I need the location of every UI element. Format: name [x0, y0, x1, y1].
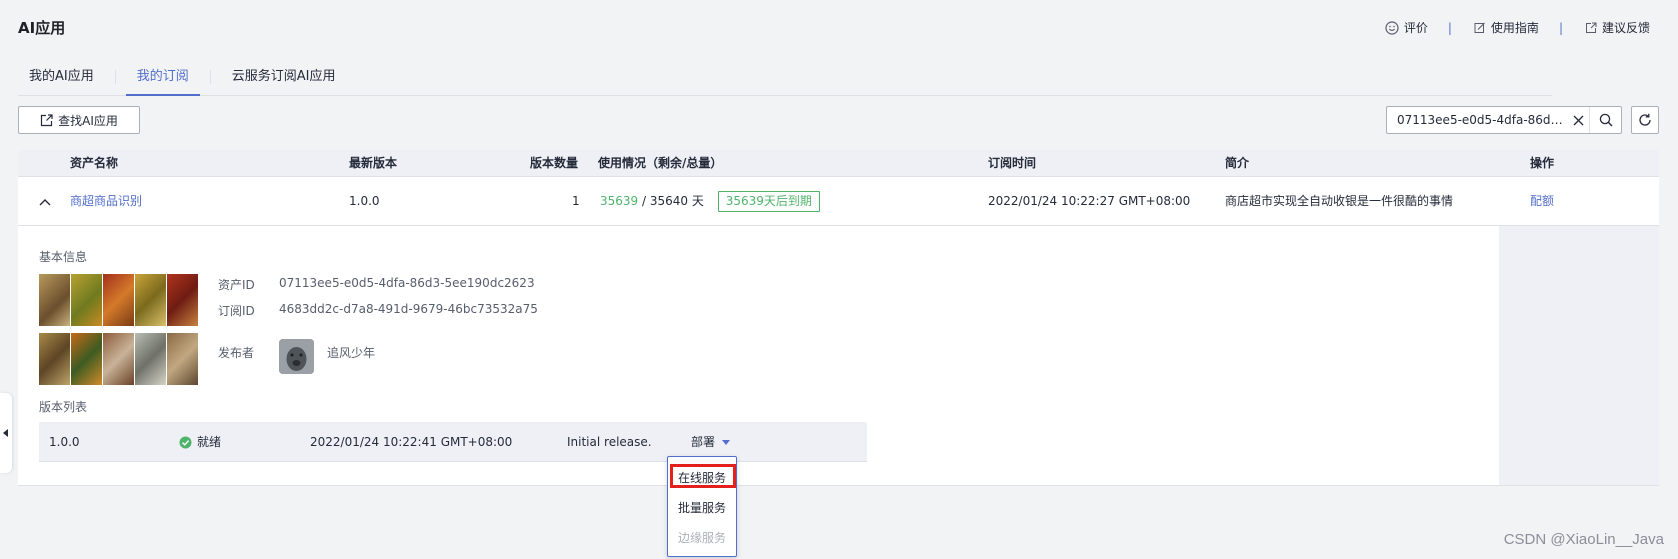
table-header: 资产名称 最新版本 版本数量 使用情况（剩余/总量） 订阅时间 简介 操作 [18, 150, 1659, 177]
detail-side-column [1499, 226, 1659, 485]
product-thumbnail [135, 274, 166, 326]
product-thumbnail [135, 333, 166, 385]
refresh-button[interactable] [1631, 106, 1659, 134]
guide-link[interactable]: 使用指南 [1474, 19, 1539, 36]
product-thumbnail [71, 274, 102, 326]
status-label: 就绪 [197, 435, 222, 449]
col-description: 简介 [1225, 156, 1250, 170]
quota-link[interactable]: 配额 [1530, 177, 1554, 226]
description: 商店超市实现全自动收银是一件很酷的事情 [1225, 194, 1454, 208]
feedback-label: 建议反馈 [1601, 21, 1650, 35]
status-ready: 就绪 [179, 422, 221, 462]
latest-version: 1.0.0 [349, 194, 380, 208]
deploy-label: 部署 [691, 435, 716, 449]
col-version-count: 版本数量 [530, 156, 579, 170]
product-thumbnail [167, 333, 198, 385]
publisher-label: 发布者 [218, 346, 255, 360]
subscribe-time: 2022/01/24 10:22:27 GMT+08:00 [988, 194, 1191, 208]
subscription-id-value: 4683dd2c-d7a8-491d-9679-46bc73532a75 [279, 302, 538, 316]
tab-divider [209, 70, 211, 84]
find-ai-app-button[interactable]: 查找AI应用 [18, 106, 140, 134]
divider: | [1447, 20, 1452, 35]
usage-remaining: 35639 [600, 194, 639, 208]
menu-item-batch-service[interactable]: 批量服务 [668, 499, 736, 516]
watermark: CSDN @XiaoLin__Java [1503, 531, 1664, 548]
version-note: Initial release. [567, 435, 652, 449]
product-thumbnail [39, 274, 70, 326]
basic-info-title: 基本信息 [39, 250, 88, 264]
smile-icon [1385, 20, 1399, 35]
tab-divider [114, 70, 116, 84]
deploy-menu: 在线服务 批量服务 边缘服务 [667, 456, 737, 557]
asset-id-value: 07113ee5-e0d5-4dfa-86d3-5ee190dc2623 [279, 276, 535, 290]
chevron-up-icon[interactable] [39, 177, 51, 226]
usage: 35639 / 35640 天 35639天后到期 [600, 177, 820, 226]
highlight-box [670, 464, 736, 488]
subscription-id-label: 订阅ID [218, 304, 255, 318]
chevron-left-icon [3, 429, 9, 437]
top-links: 评价 | 使用指南 | 建议反馈 [1385, 19, 1650, 36]
rate-link[interactable]: 评价 [1385, 19, 1428, 36]
usage-separator: / [638, 194, 650, 208]
asset-id-label: 资产ID [218, 278, 255, 292]
rate-label: 评价 [1403, 21, 1428, 35]
search-value[interactable]: 07113ee5-e0d5-4dfa-86d3... [1387, 113, 1567, 127]
refresh-icon [1638, 113, 1652, 127]
col-asset-name: 资产名称 [70, 156, 119, 170]
external-link-icon [40, 113, 53, 127]
search-icon[interactable] [1589, 107, 1621, 133]
col-latest-version: 最新版本 [349, 156, 398, 170]
product-thumbnail [71, 333, 102, 385]
check-circle-icon [179, 436, 192, 449]
clear-icon[interactable] [1567, 107, 1589, 133]
search-input[interactable]: 07113ee5-e0d5-4dfa-86d3... [1386, 106, 1622, 134]
version-row: 1.0.0 就绪 2022/01/24 10:22:41 GMT+08:00 I… [39, 422, 867, 462]
col-action: 操作 [1530, 156, 1555, 170]
find-ai-app-label: 查找AI应用 [58, 113, 118, 128]
version-number-link[interactable]: 1.0.0 [49, 422, 80, 462]
app-image-gallery [39, 274, 198, 385]
usage-total: 35640 天 [649, 194, 704, 208]
tab-my-ai-apps[interactable]: 我的AI应用 [18, 67, 105, 95]
tab-my-subscriptions[interactable]: 我的订阅 [125, 67, 200, 96]
tab-cloud-subscriptions[interactable]: 云服务订阅AI应用 [221, 67, 347, 95]
edit-doc-icon [1474, 22, 1486, 34]
avatar [279, 339, 314, 374]
product-thumbnail [103, 333, 134, 385]
external-link-icon [1585, 22, 1597, 34]
version-list-title: 版本列表 [39, 400, 88, 414]
tab-bar: 我的AI应用 我的订阅 云服务订阅AI应用 [18, 67, 1552, 96]
product-thumbnail [39, 333, 70, 385]
product-thumbnail [167, 274, 198, 326]
expiry-badge: 35639天后到期 [717, 191, 820, 212]
subscription-table: 资产名称 最新版本 版本数量 使用情况（剩余/总量） 订阅时间 简介 操作 商超… [18, 150, 1659, 486]
side-collapse-handle[interactable] [0, 393, 12, 473]
caret-down-icon [721, 439, 730, 446]
feedback-link[interactable]: 建议反馈 [1585, 19, 1650, 36]
guide-label: 使用指南 [1490, 21, 1539, 35]
table-row: 商超商品识别 1.0.0 1 35639 / 35640 天 35639天后到期… [18, 177, 1659, 226]
col-subscribe-time: 订阅时间 [988, 156, 1037, 170]
col-usage: 使用情况（剩余/总量） [598, 156, 723, 170]
product-thumbnail [103, 274, 134, 326]
row-detail-panel: 基本信息 资产ID 07113ee5-e0d5-4dfa-86d3-5ee190… [18, 226, 1659, 486]
page-title: AI应用 [18, 19, 66, 37]
menu-item-edge-service: 边缘服务 [677, 531, 726, 545]
version-count: 1 [572, 194, 580, 208]
publisher-name: 追风少年 [327, 346, 376, 360]
asset-name-link[interactable]: 商超商品识别 [70, 177, 142, 226]
divider: | [1558, 20, 1563, 35]
version-time: 2022/01/24 10:22:41 GMT+08:00 [310, 435, 513, 449]
